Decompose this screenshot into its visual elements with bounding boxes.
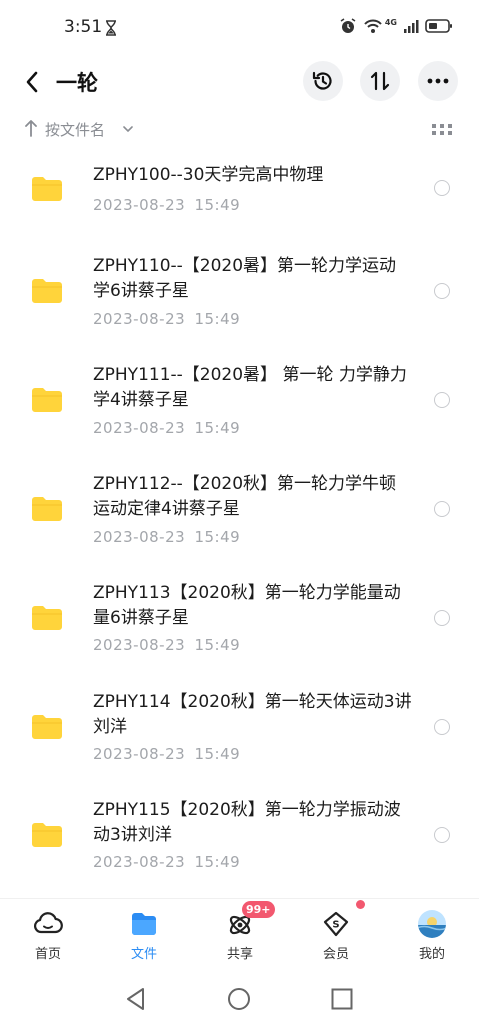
select-checkbox[interactable] <box>434 180 450 196</box>
select-checkbox[interactable] <box>434 501 450 517</box>
bottom-nav: 首页 文件 99+ 共享 S 会员 我的 <box>0 898 479 970</box>
file-date: 2023-08-23 15:49 <box>93 419 241 437</box>
share-badge: 99+ <box>242 901 275 918</box>
file-date: 2023-08-23 15:49 <box>93 636 241 654</box>
file-date: 2023-08-23 15:49 <box>93 528 241 546</box>
file-date: 2023-08-23 15:49 <box>93 196 241 214</box>
history-button[interactable] <box>303 61 343 101</box>
nav-label-me: 我的 <box>418 947 445 962</box>
status-time: 3:51 <box>64 17 103 37</box>
file-item[interactable]: ZPHY110--【2020暑】第一轮力学运动学6讲蔡子星 2023-08-23… <box>0 254 479 362</box>
folder-icon <box>32 606 62 630</box>
file-name: ZPHY113【2020秋】第一轮力学能量动量6讲蔡子星 <box>93 583 401 628</box>
system-nav-bar <box>0 970 479 1024</box>
file-date: 2023-08-23 15:49 <box>93 310 241 328</box>
sort-toggle-button[interactable] <box>360 61 400 101</box>
nav-item-vip[interactable]: S 会员 <box>288 899 384 971</box>
file-name: ZPHY110--【2020暑】第一轮力学运动学6讲蔡子星 <box>93 256 397 301</box>
svg-text:S: S <box>332 920 339 931</box>
folder-icon <box>32 279 62 303</box>
network-type-label: 4G <box>384 17 397 27</box>
sort-row: 按文件名 <box>0 112 479 146</box>
select-checkbox[interactable] <box>434 283 450 299</box>
folder-icon <box>132 913 156 935</box>
nav-item-me[interactable]: 我的 <box>384 899 479 971</box>
folder-icon <box>32 715 62 739</box>
avatar <box>418 910 446 938</box>
folder-icon <box>32 177 62 201</box>
system-recents-icon[interactable] <box>329 986 355 1012</box>
system-home-icon[interactable] <box>226 986 252 1012</box>
file-item[interactable]: ZPHY111--【2020暑】 第一轮 力学静力学4讲蔡子星 2023-08-… <box>0 362 479 470</box>
select-checkbox[interactable] <box>434 610 450 626</box>
file-date: 2023-08-23 15:49 <box>93 853 241 871</box>
more-button[interactable] <box>418 61 458 101</box>
file-name: ZPHY114【2020秋】第一轮天体运动3讲刘洋 <box>93 692 412 737</box>
home-cloud-icon <box>34 912 63 934</box>
chevron-down-icon[interactable] <box>122 124 134 134</box>
wifi-icon <box>364 19 382 33</box>
back-arrow-icon <box>26 71 38 93</box>
nav-label-home: 首页 <box>34 947 61 962</box>
nav-item-share[interactable]: 99+ 共享 <box>192 899 288 971</box>
select-checkbox[interactable] <box>434 719 450 735</box>
nav-item-files[interactable]: 文件 <box>96 899 192 971</box>
select-checkbox[interactable] <box>434 392 450 408</box>
alarm-icon <box>340 18 356 33</box>
status-icons: 4G <box>339 16 453 36</box>
system-back-icon[interactable] <box>123 986 149 1012</box>
vip-notification-dot <box>356 900 365 909</box>
nav-label-vip: 会员 <box>322 947 349 962</box>
file-name: ZPHY100--30天学完高中物理 <box>93 165 324 185</box>
file-item[interactable]: ZPHY112--【2020秋】第一轮力学牛顿运动定律4讲蔡子星 2023-08… <box>0 470 479 578</box>
file-name: ZPHY115【2020秋】第一轮力学振动波动3讲刘洋 <box>93 800 401 845</box>
hourglass-icon <box>106 20 116 36</box>
folder-icon <box>32 388 62 412</box>
file-name: ZPHY111--【2020暑】 第一轮 力学静力学4讲蔡子星 <box>93 365 407 410</box>
battery-icon <box>425 19 452 33</box>
sort-toggle-icon <box>370 71 390 91</box>
file-name: ZPHY112--【2020秋】第一轮力学牛顿运动定律4讲蔡子星 <box>93 474 397 519</box>
nav-item-home[interactable]: 首页 <box>0 899 96 971</box>
file-item[interactable]: ZPHY113【2020秋】第一轮力学能量动量6讲蔡子星 2023-08-23 … <box>0 579 479 687</box>
vip-icon: S <box>323 911 349 937</box>
status-bar: 3:51 4G <box>0 0 479 56</box>
file-date: 2023-08-23 15:49 <box>93 745 241 763</box>
folder-icon <box>32 497 62 521</box>
file-item[interactable]: ZPHY115【2020秋】第一轮力学振动波动3讲刘洋 2023-08-23 1… <box>0 796 479 904</box>
grid-view-icon[interactable] <box>431 122 453 138</box>
history-icon <box>312 71 332 90</box>
file-item[interactable]: ZPHY114【2020秋】第一轮天体运动3讲刘洋 2023-08-23 15:… <box>0 687 479 795</box>
header: 一轮 <box>0 56 479 108</box>
nav-label-files: 文件 <box>130 947 157 962</box>
signal-icon <box>404 20 419 33</box>
file-item[interactable]: ZPHY100--30天学完高中物理 2023-08-23 15:49 <box>0 146 479 254</box>
folder-icon <box>32 823 62 847</box>
back-button[interactable] <box>18 68 46 96</box>
page-title: 一轮 <box>56 71 98 95</box>
sort-by-name-label[interactable]: 按文件名 <box>45 119 105 140</box>
sort-arrow-up-icon[interactable] <box>24 119 38 137</box>
nav-label-share: 共享 <box>226 947 253 962</box>
more-icon <box>427 78 449 84</box>
select-checkbox[interactable] <box>434 827 450 843</box>
